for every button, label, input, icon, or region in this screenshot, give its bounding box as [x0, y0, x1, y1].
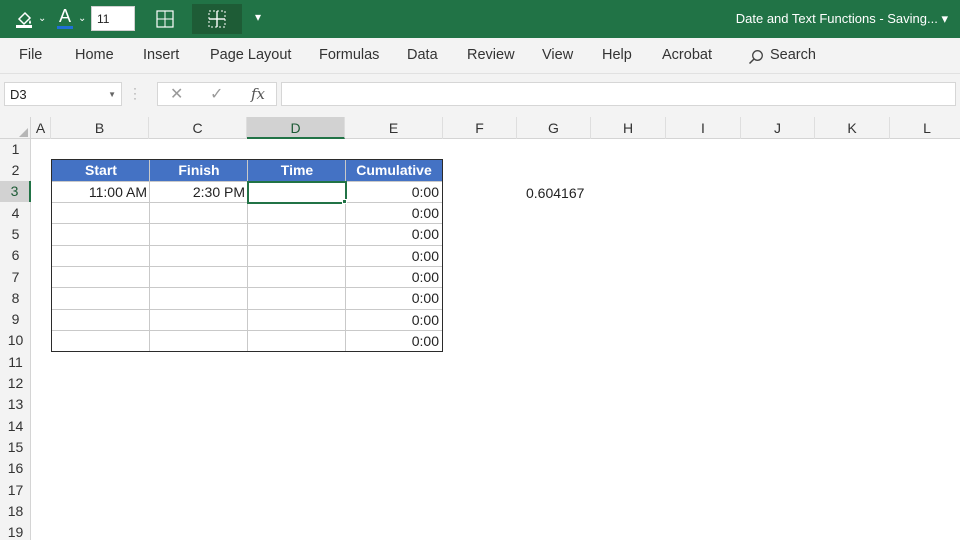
ribbon-tabs: File Home Insert Page Layout Formulas Da… — [0, 38, 960, 74]
column-header-a[interactable]: A — [31, 117, 51, 139]
table-row: 0:00 — [52, 309, 442, 330]
row-header-5[interactable]: 5 — [0, 224, 31, 245]
column-header-h[interactable]: H — [591, 117, 666, 139]
font-size-input[interactable]: 11 — [91, 6, 135, 31]
table-row: 0:00 — [52, 202, 442, 223]
cell-g3[interactable]: 0.604167 — [526, 185, 584, 201]
row-header-10[interactable]: 10 — [0, 330, 31, 351]
cell-e6[interactable]: 0:00 — [346, 246, 442, 266]
name-box-dropdown-icon[interactable]: ▼ — [108, 90, 116, 99]
select-all-button[interactable] — [0, 117, 31, 139]
row-header-19[interactable]: 19 — [0, 522, 31, 540]
column-header-l[interactable]: L — [890, 117, 960, 139]
row-header-8[interactable]: 8 — [0, 288, 31, 309]
fill-color-dropdown-icon[interactable]: ⌄ — [38, 13, 46, 24]
document-title: Date and Text Functions - Saving... ▾ — [736, 11, 948, 27]
tab-view[interactable]: View — [542, 47, 573, 63]
row-header-3[interactable]: 3 — [0, 181, 31, 202]
row-header-17[interactable]: 17 — [0, 480, 31, 501]
borders-icon — [156, 10, 174, 28]
font-color-dropdown-icon[interactable]: ⌄ — [78, 13, 86, 24]
customize-toolbar-icon[interactable]: ▾ — [255, 10, 261, 24]
tab-review[interactable]: Review — [467, 47, 515, 63]
cell-c3[interactable]: 2:30 PM — [150, 182, 248, 202]
row-header-7[interactable]: 7 — [0, 267, 31, 288]
tab-help[interactable]: Help — [602, 47, 632, 63]
cell-e5[interactable]: 0:00 — [346, 224, 442, 244]
row-header-16[interactable]: 16 — [0, 458, 31, 479]
table-row: 0:00 — [52, 223, 442, 244]
enter-icon[interactable]: ✓ — [210, 84, 223, 104]
column-header-j[interactable]: J — [741, 117, 815, 139]
cell-b3[interactable]: 11:00 AM — [52, 182, 150, 202]
column-header-g[interactable]: G — [517, 117, 591, 139]
cell-e10[interactable]: 0:00 — [346, 331, 442, 351]
insert-function-icon[interactable]: fx — [251, 85, 265, 103]
row-header-11[interactable]: 11 — [0, 352, 31, 373]
column-headers: A B C D E F G H I J K L — [0, 117, 960, 139]
header-time[interactable]: Time — [248, 160, 346, 181]
title-dropdown-icon[interactable]: ▾ — [941, 11, 948, 26]
row-header-14[interactable]: 14 — [0, 416, 31, 437]
formula-input[interactable] — [281, 82, 956, 106]
row-header-13[interactable]: 13 — [0, 394, 31, 415]
name-box[interactable]: D3 ▼ — [4, 82, 122, 106]
drag-handle-icon[interactable]: · · · — [133, 82, 137, 104]
header-start[interactable]: Start — [52, 160, 150, 181]
column-header-d[interactable]: D — [247, 117, 345, 139]
row-header-6[interactable]: 6 — [0, 245, 31, 266]
document-title-text: Date and Text Functions - Saving... — [735, 11, 938, 26]
cell-area[interactable]: Start Finish Time Cumulative 11:00 AM 2:… — [31, 139, 960, 540]
row-header-4[interactable]: 4 — [0, 203, 31, 224]
borders-button[interactable] — [140, 4, 190, 34]
cell-e8[interactable]: 0:00 — [346, 288, 442, 308]
tab-formulas[interactable]: Formulas — [319, 47, 379, 63]
tab-data[interactable]: Data — [407, 47, 438, 63]
title-bar: ⌄ A ⌄ 11 ▾ Date and Text Functions - Sav… — [0, 0, 960, 38]
tab-file[interactable]: File — [19, 47, 42, 63]
search-label[interactable]: Search — [770, 47, 816, 63]
worksheet-grid[interactable]: A B C D E F G H I J K L 1 2 3 4 5 6 7 8 … — [0, 117, 960, 540]
font-color-icon[interactable]: A — [54, 6, 76, 30]
tab-home[interactable]: Home — [75, 47, 114, 63]
cell-e3[interactable]: 0:00 — [346, 182, 442, 202]
name-box-value: D3 — [10, 87, 27, 102]
row-header-1[interactable]: 1 — [0, 139, 31, 160]
fill-color-icon[interactable] — [14, 8, 36, 28]
table-row: 0:00 — [52, 330, 442, 351]
search-icon[interactable] — [748, 49, 764, 65]
tab-acrobat[interactable]: Acrobat — [662, 47, 712, 63]
column-header-i[interactable]: I — [666, 117, 741, 139]
formula-buttons: ✕ ✓ fx — [157, 82, 277, 106]
cell-e7[interactable]: 0:00 — [346, 267, 442, 287]
formula-bar: D3 ▼ · · · ✕ ✓ fx — [0, 74, 960, 117]
active-cell-d3[interactable] — [247, 181, 347, 204]
table-row: 0:00 — [52, 287, 442, 308]
row-header-2[interactable]: 2 — [0, 160, 31, 181]
cell-e9[interactable]: 0:00 — [346, 310, 442, 330]
table-row: 0:00 — [52, 266, 442, 287]
tab-page-layout[interactable]: Page Layout — [210, 47, 291, 63]
table-row: 0:00 — [52, 245, 442, 266]
row-header-18[interactable]: 18 — [0, 501, 31, 522]
cell-e4[interactable]: 0:00 — [346, 203, 442, 223]
row-header-9[interactable]: 9 — [0, 309, 31, 330]
header-finish[interactable]: Finish — [150, 160, 248, 181]
fill-handle[interactable] — [342, 199, 347, 204]
cancel-icon[interactable]: ✕ — [170, 84, 183, 104]
row-header-12[interactable]: 12 — [0, 373, 31, 394]
row-header-15[interactable]: 15 — [0, 437, 31, 458]
header-cumulative[interactable]: Cumulative — [346, 160, 442, 181]
column-header-b[interactable]: B — [51, 117, 149, 139]
column-header-k[interactable]: K — [815, 117, 890, 139]
column-header-f[interactable]: F — [443, 117, 517, 139]
column-header-c[interactable]: C — [149, 117, 247, 139]
row-headers: 1 2 3 4 5 6 7 8 9 10 11 12 13 14 15 16 1… — [0, 139, 31, 540]
column-header-e[interactable]: E — [345, 117, 443, 139]
tab-insert[interactable]: Insert — [143, 47, 179, 63]
inner-borders-button[interactable] — [192, 4, 242, 34]
inner-borders-icon — [208, 10, 226, 28]
